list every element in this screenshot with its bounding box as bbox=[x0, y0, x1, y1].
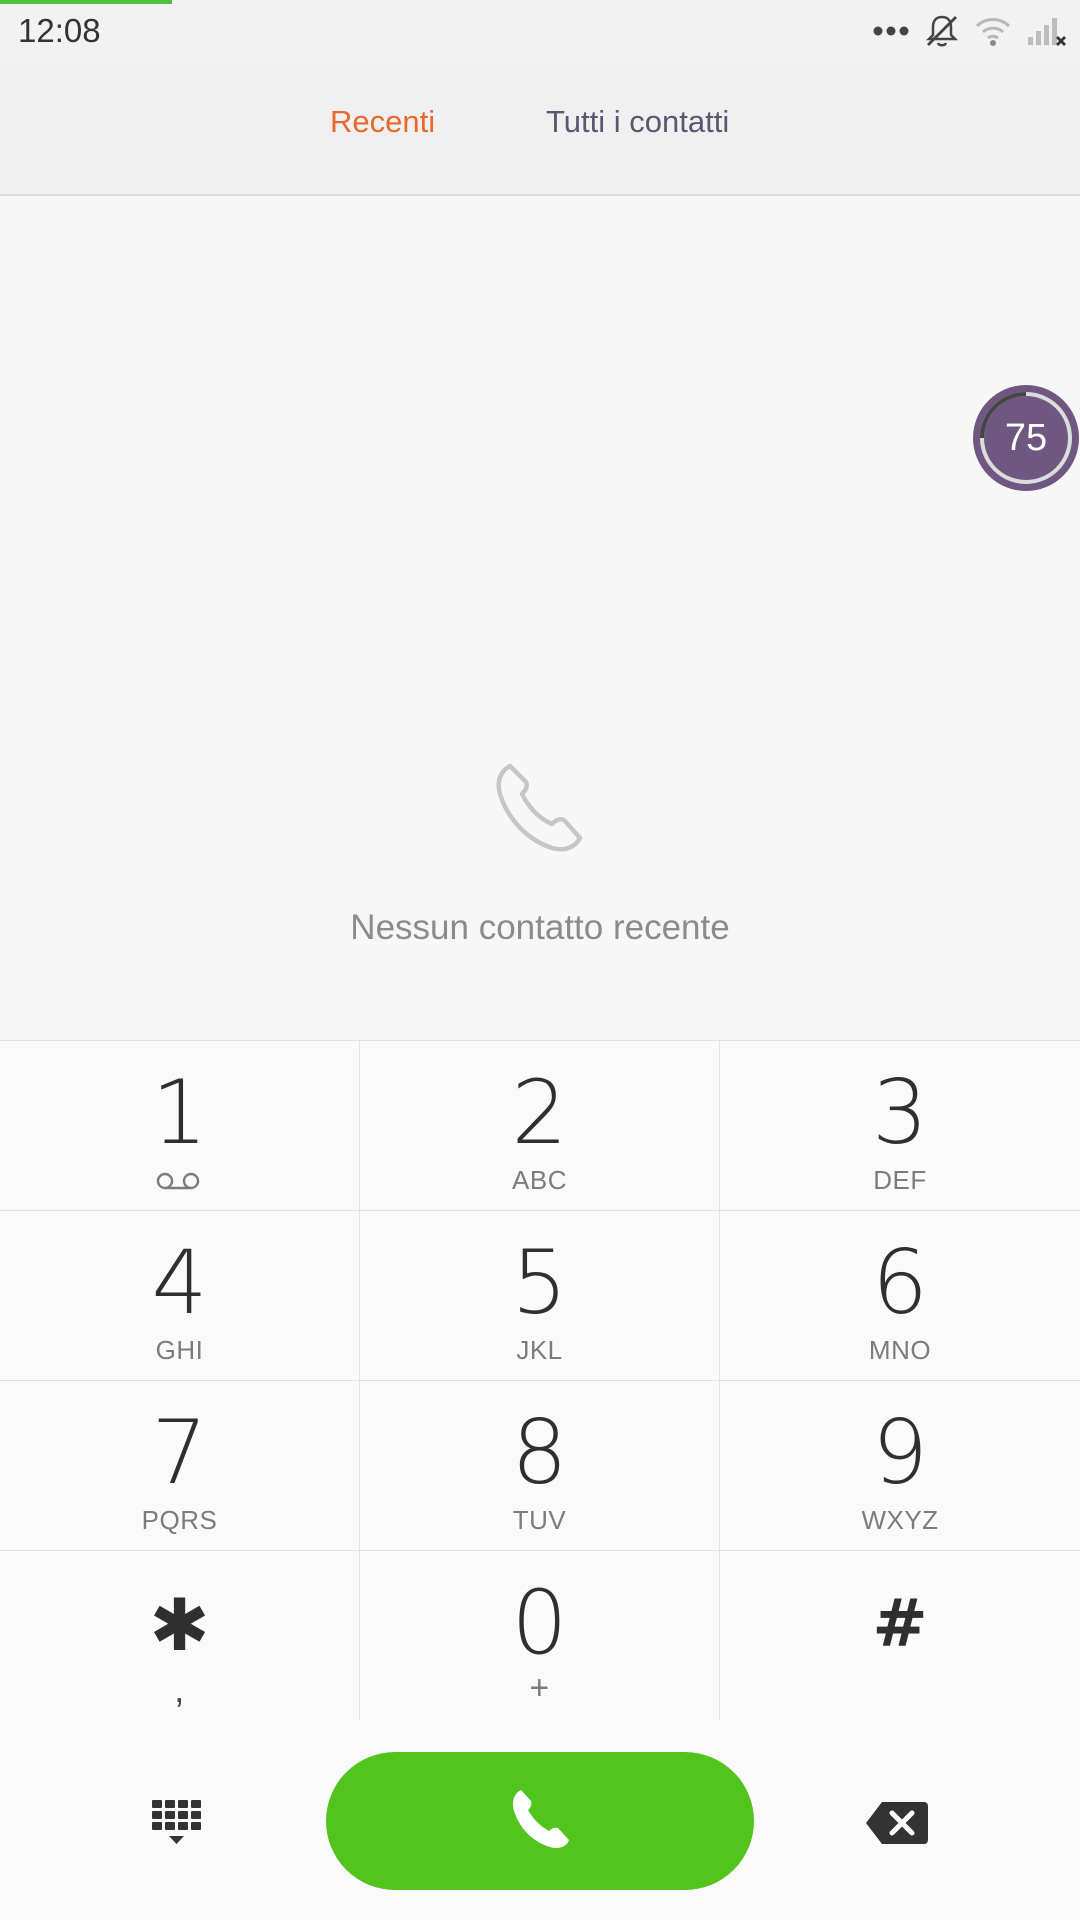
key-letters: JKL bbox=[516, 1335, 563, 1365]
key-3[interactable]: 3 DEF bbox=[720, 1041, 1080, 1211]
key-digit: ✱ bbox=[149, 1583, 210, 1667]
key-digit: 0 bbox=[511, 1571, 568, 1674]
dialpad-icon[interactable] bbox=[150, 1796, 206, 1857]
key-digit: 7 bbox=[151, 1401, 208, 1504]
key-digit: 1 bbox=[151, 1061, 208, 1164]
key-4[interactable]: 4 GHI bbox=[0, 1211, 360, 1381]
key-letters: DEF bbox=[873, 1165, 927, 1195]
key-digit: 5 bbox=[511, 1231, 568, 1334]
key-9[interactable]: 9 WXYZ bbox=[720, 1381, 1080, 1551]
tab-recent[interactable]: Recenti bbox=[330, 104, 435, 140]
key-letters: WXYZ bbox=[861, 1505, 939, 1535]
more-dots-icon bbox=[872, 25, 910, 37]
key-digit: 3 bbox=[872, 1061, 928, 1164]
silent-bell-icon bbox=[924, 13, 960, 49]
dial-keypad: 1 2 ABC 3 DEF 4 GHI 5 JKL 6 MNO 7 PQRS 8… bbox=[0, 1040, 1080, 1721]
key-0[interactable]: 0 + bbox=[360, 1551, 720, 1721]
key-letters: TUV bbox=[512, 1505, 567, 1535]
key-digit: 4 bbox=[151, 1231, 208, 1334]
recent-calls-list: Nessun contatto recente bbox=[0, 196, 1080, 1040]
key-letters: GHI bbox=[155, 1335, 204, 1365]
phone-icon bbox=[505, 1784, 575, 1859]
key-digit: 9 bbox=[872, 1401, 928, 1504]
empty-state-message: Nessun contatto recente bbox=[350, 908, 730, 947]
key-digit: 2 bbox=[511, 1061, 568, 1164]
key-digit: 8 bbox=[511, 1401, 568, 1504]
voicemail-icon bbox=[155, 1171, 201, 1196]
tab-all-contacts[interactable]: Tutti i contatti bbox=[546, 104, 729, 140]
status-time: 12:08 bbox=[18, 12, 101, 49]
key-digit: 6 bbox=[872, 1231, 928, 1334]
dialer-action-bar bbox=[0, 1720, 1080, 1920]
key-letters: + bbox=[529, 1669, 550, 1707]
key-letters: PQRS bbox=[141, 1505, 218, 1535]
key-letters: , bbox=[174, 1669, 185, 1710]
signal-no-service-icon bbox=[1026, 13, 1068, 49]
key-5[interactable]: 5 JKL bbox=[360, 1211, 720, 1381]
key-star[interactable]: ✱ , bbox=[0, 1551, 360, 1721]
key-digit: # bbox=[872, 1585, 928, 1662]
key-1[interactable]: 1 bbox=[0, 1041, 360, 1211]
key-hash[interactable]: # bbox=[720, 1551, 1080, 1721]
status-icons bbox=[872, 8, 1068, 54]
key-letters: MNO bbox=[868, 1335, 932, 1365]
call-button[interactable] bbox=[326, 1752, 754, 1890]
badge-value: 75 bbox=[1004, 417, 1048, 459]
wifi-icon bbox=[974, 15, 1012, 47]
tab-bar: Recenti Tutti i contatti bbox=[0, 62, 1080, 196]
backspace-icon[interactable] bbox=[864, 1800, 930, 1851]
key-7[interactable]: 7 PQRS bbox=[0, 1381, 360, 1551]
status-bar: 12:08 bbox=[0, 0, 1080, 62]
loading-progress-bar bbox=[0, 0, 172, 4]
phone-outline-icon bbox=[488, 754, 592, 863]
key-8[interactable]: 8 TUV bbox=[360, 1381, 720, 1551]
key-2[interactable]: 2 ABC bbox=[360, 1041, 720, 1211]
key-letters: ABC bbox=[512, 1165, 567, 1195]
floating-score-badge[interactable]: 75 bbox=[972, 384, 1080, 492]
key-6[interactable]: 6 MNO bbox=[720, 1211, 1080, 1381]
